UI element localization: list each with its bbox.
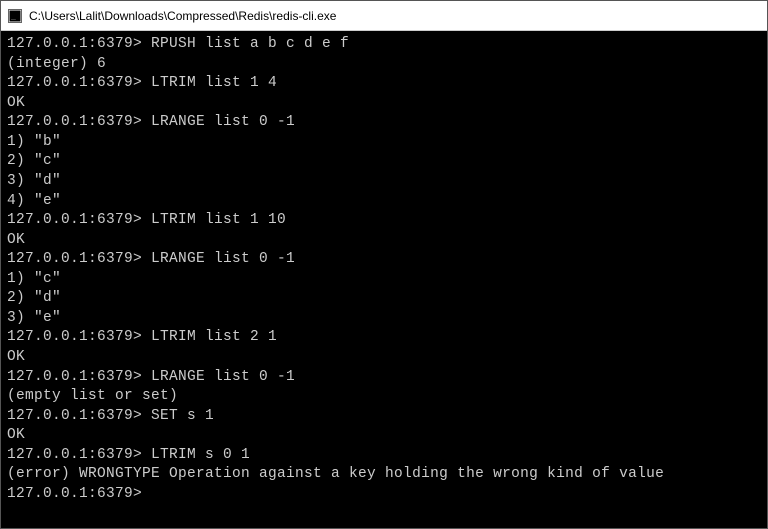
- terminal-output[interactable]: 127.0.0.1:6379> RPUSH list a b c d e f(i…: [1, 31, 767, 509]
- terminal-command-line: 127.0.0.1:6379> LTRIM list 2 1: [7, 328, 761, 348]
- terminal-icon: _: [7, 8, 23, 24]
- terminal-output-line: 3) "d": [7, 172, 761, 192]
- terminal-command-line: 127.0.0.1:6379> LRANGE list 0 -1: [7, 113, 761, 133]
- terminal-output-line: OK: [7, 348, 761, 368]
- terminal-output-line: 2) "c": [7, 152, 761, 172]
- terminal-command-line: 127.0.0.1:6379> SET s 1: [7, 407, 761, 427]
- terminal-command-line: 127.0.0.1:6379> LTRIM list 1 4: [7, 74, 761, 94]
- terminal-output-line: (error) WRONGTYPE Operation against a ke…: [7, 465, 761, 485]
- terminal-output-line: (empty list or set): [7, 387, 761, 407]
- window-titlebar[interactable]: _ C:\Users\Lalit\Downloads\Compressed\Re…: [1, 1, 767, 31]
- terminal-command-line: 127.0.0.1:6379> LRANGE list 0 -1: [7, 250, 761, 270]
- terminal-command-line: 127.0.0.1:6379> LTRIM list 1 10: [7, 211, 761, 231]
- terminal-output-line: OK: [7, 231, 761, 251]
- window-title: C:\Users\Lalit\Downloads\Compressed\Redi…: [29, 9, 336, 23]
- terminal-output-line: (integer) 6: [7, 55, 761, 75]
- terminal-output-line: 1) "b": [7, 133, 761, 153]
- terminal-output-line: 4) "e": [7, 192, 761, 212]
- terminal-command-line: 127.0.0.1:6379> LRANGE list 0 -1: [7, 368, 761, 388]
- terminal-command-line: 127.0.0.1:6379> RPUSH list a b c d e f: [7, 35, 761, 55]
- terminal-command-line: 127.0.0.1:6379>: [7, 485, 761, 505]
- terminal-output-line: 1) "c": [7, 270, 761, 290]
- terminal-output-line: 2) "d": [7, 289, 761, 309]
- terminal-output-line: OK: [7, 426, 761, 446]
- terminal-command-line: 127.0.0.1:6379> LTRIM s 0 1: [7, 446, 761, 466]
- terminal-output-line: OK: [7, 94, 761, 114]
- terminal-output-line: 3) "e": [7, 309, 761, 329]
- svg-text:_: _: [11, 11, 16, 20]
